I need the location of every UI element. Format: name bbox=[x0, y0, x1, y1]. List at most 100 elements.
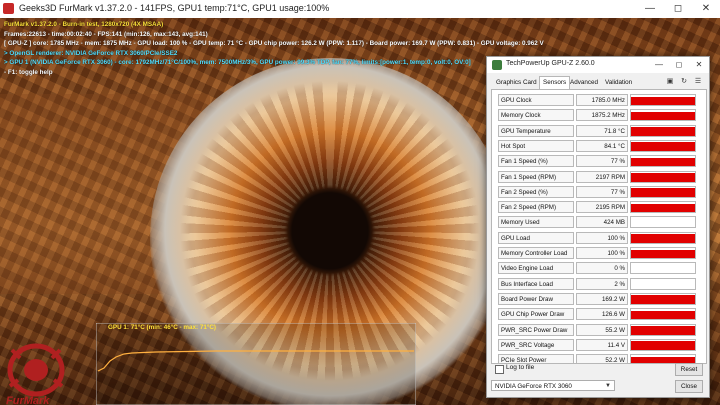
sensor-value[interactable]: 2197 RPM bbox=[576, 170, 628, 183]
sensor-row: Bus Interface Load 2 % bbox=[498, 277, 696, 290]
sensor-value[interactable]: 100 % bbox=[576, 231, 628, 244]
sensor-row: PWR_SRC Voltage 11.4 V bbox=[498, 338, 696, 351]
tab-advanced[interactable]: Advanced bbox=[567, 77, 601, 89]
sensor-name[interactable]: Bus Interface Load bbox=[498, 277, 574, 290]
camera-icon[interactable]: ▣ bbox=[665, 77, 675, 87]
sensor-value[interactable]: 84.1 °C bbox=[576, 139, 628, 152]
close-button-gpuz[interactable]: Close bbox=[675, 380, 703, 393]
sensor-name[interactable]: Fan 1 Speed (RPM) bbox=[498, 170, 574, 183]
gpuz-minimize-button[interactable]: — bbox=[649, 57, 669, 73]
gpuz-window-title: TechPowerUp GPU-Z 2.60.0 bbox=[506, 60, 595, 67]
sensor-name[interactable]: Fan 1 Speed (%) bbox=[498, 155, 574, 168]
close-button[interactable]: ✕ bbox=[692, 0, 720, 18]
sensor-graph bbox=[630, 201, 696, 214]
gpu-select-value: NVIDIA GeForce RTX 3060 bbox=[495, 383, 572, 390]
sensor-graph bbox=[630, 262, 696, 275]
sensor-name[interactable]: Fan 2 Speed (%) bbox=[498, 185, 574, 198]
sensor-value[interactable]: 1875.2 MHz bbox=[576, 109, 628, 122]
tab-validation[interactable]: Validation bbox=[602, 77, 635, 89]
sensor-row: Board Power Draw 169.2 W bbox=[498, 292, 696, 305]
log-to-file-label: Log to file bbox=[506, 364, 535, 371]
sensor-graph bbox=[630, 277, 696, 290]
osd-line: - F1: toggle help bbox=[4, 68, 53, 76]
sensor-name[interactable]: Board Power Draw bbox=[498, 292, 574, 305]
furmark-titlebar[interactable]: Geeks3D FurMark v1.37.2.0 - 141FPS, GPU1… bbox=[0, 0, 720, 19]
sensor-graph-fill bbox=[631, 157, 695, 167]
log-to-file-checkbox[interactable] bbox=[495, 365, 504, 374]
sensor-graph-fill bbox=[631, 173, 695, 182]
sensor-value[interactable]: 55.2 W bbox=[576, 323, 628, 336]
furmark-window-title: Geeks3D FurMark v1.37.2.0 - 141FPS, GPU1… bbox=[19, 3, 330, 13]
sensor-graph bbox=[630, 139, 696, 152]
sensor-graph bbox=[630, 216, 696, 229]
sensor-graph bbox=[630, 292, 696, 305]
sensor-name[interactable]: Video Engine Load bbox=[498, 262, 574, 275]
sensor-name[interactable]: Memory Controller Load bbox=[498, 247, 574, 259]
sensor-graph-fill bbox=[631, 127, 695, 136]
sensor-name[interactable]: GPU Clock bbox=[498, 94, 574, 106]
gpuz-maximize-button[interactable]: ◻ bbox=[669, 57, 689, 73]
sensor-name[interactable]: GPU Chip Power Draw bbox=[498, 308, 574, 321]
sensor-graph bbox=[630, 109, 696, 122]
sensor-graph bbox=[630, 308, 696, 321]
sensor-graph bbox=[630, 185, 696, 198]
reset-button[interactable]: Reset bbox=[675, 363, 703, 376]
sensor-value[interactable]: 77 % bbox=[576, 155, 628, 168]
sensor-row: Fan 1 Speed (RPM) 2197 RPM bbox=[498, 170, 696, 183]
sensor-graph bbox=[630, 155, 696, 168]
sensor-graph-fill bbox=[631, 188, 695, 197]
sensor-value[interactable]: 2 % bbox=[576, 277, 628, 290]
maximize-button[interactable]: ◻ bbox=[664, 0, 692, 18]
sensor-row: Fan 2 Speed (RPM) 2195 RPM bbox=[498, 201, 696, 214]
sensor-graph-fill bbox=[631, 203, 695, 213]
tab-sensors[interactable]: Sensors bbox=[539, 76, 571, 90]
sensor-row: Memory Clock 1875.2 MHz bbox=[498, 109, 696, 122]
sensors-panel: GPU Clock 1785.0 MHz Memory Clock 1875.2 MH… bbox=[491, 89, 707, 364]
sensor-name[interactable]: PWR_SRC Power Draw bbox=[498, 323, 574, 336]
sensor-graph bbox=[630, 124, 696, 137]
sensor-row: Memory Used 424 MB bbox=[498, 216, 696, 229]
sensor-graph bbox=[630, 247, 696, 259]
sensor-value[interactable]: 169.2 W bbox=[576, 292, 628, 305]
sensor-value[interactable]: 71.8 °C bbox=[576, 124, 628, 137]
sensor-name[interactable]: Hot Spot bbox=[498, 139, 574, 152]
sensor-row: Fan 2 Speed (%) 77 % bbox=[498, 185, 696, 198]
sensor-graph-fill bbox=[631, 96, 695, 105]
menu-icon[interactable]: ☰ bbox=[693, 77, 703, 87]
gpuz-titlebar[interactable]: TechPowerUp GPU-Z 2.60.0 — ◻ ✕ bbox=[487, 57, 709, 73]
sensor-value[interactable]: 126.6 W bbox=[576, 308, 628, 321]
sensor-name[interactable]: GPU Temperature bbox=[498, 124, 574, 137]
sensor-value[interactable]: 2195 RPM bbox=[576, 201, 628, 214]
sensor-value[interactable]: 52.2 W bbox=[576, 354, 628, 363]
sensor-value[interactable]: 77 % bbox=[576, 185, 628, 198]
tab-graphics-card[interactable]: Graphics Card bbox=[493, 77, 540, 89]
gpuz-app-icon bbox=[492, 60, 502, 70]
sensor-value[interactable]: 100 % bbox=[576, 247, 628, 259]
sensor-name[interactable]: PWR_SRC Voltage bbox=[498, 338, 574, 351]
sensor-value[interactable]: 1785.0 MHz bbox=[576, 94, 628, 106]
sensor-graph-fill bbox=[631, 310, 695, 320]
sensor-graph-fill bbox=[631, 295, 695, 304]
sensor-row: Memory Controller Load 100 % bbox=[498, 247, 696, 259]
gpu-select-dropdown[interactable]: NVIDIA GeForce RTX 3060 ▼ bbox=[491, 380, 615, 391]
sensor-name[interactable]: GPU Load bbox=[498, 231, 574, 244]
gpuz-close-button[interactable]: ✕ bbox=[689, 57, 709, 73]
minimize-button[interactable]: — bbox=[636, 0, 664, 18]
sensor-graph bbox=[630, 323, 696, 336]
graph-temperature-label: GPU 1: 71°C (min: 46°C - max: 71°C) bbox=[108, 324, 216, 331]
refresh-icon[interactable]: ↻ bbox=[679, 77, 689, 87]
sensor-value[interactable]: 0 % bbox=[576, 262, 628, 275]
sensor-row: Hot Spot 84.1 °C bbox=[498, 139, 696, 152]
sensor-row: GPU Clock 1785.0 MHz bbox=[498, 94, 696, 106]
osd-text-block: FurMark v1.37.2.0 - Burn-in test, 1280x7… bbox=[4, 20, 544, 78]
sensor-value[interactable]: 424 MB bbox=[576, 216, 628, 229]
sensor-row: GPU Chip Power Draw 126.6 W bbox=[498, 308, 696, 321]
sensor-name[interactable]: Fan 2 Speed (RPM) bbox=[498, 201, 574, 214]
sensor-graph-fill bbox=[631, 111, 695, 121]
osd-line: Frames:22613 - time:00:02:40 - FPS:141 (… bbox=[4, 30, 208, 38]
sensor-name[interactable]: Memory Clock bbox=[498, 109, 574, 122]
sensor-name[interactable]: Memory Used bbox=[498, 216, 574, 229]
sensor-value[interactable]: 11.4 V bbox=[576, 338, 628, 351]
sensor-name[interactable]: PCIe Slot Power bbox=[498, 354, 574, 363]
sensor-row: Video Engine Load 0 % bbox=[498, 262, 696, 275]
